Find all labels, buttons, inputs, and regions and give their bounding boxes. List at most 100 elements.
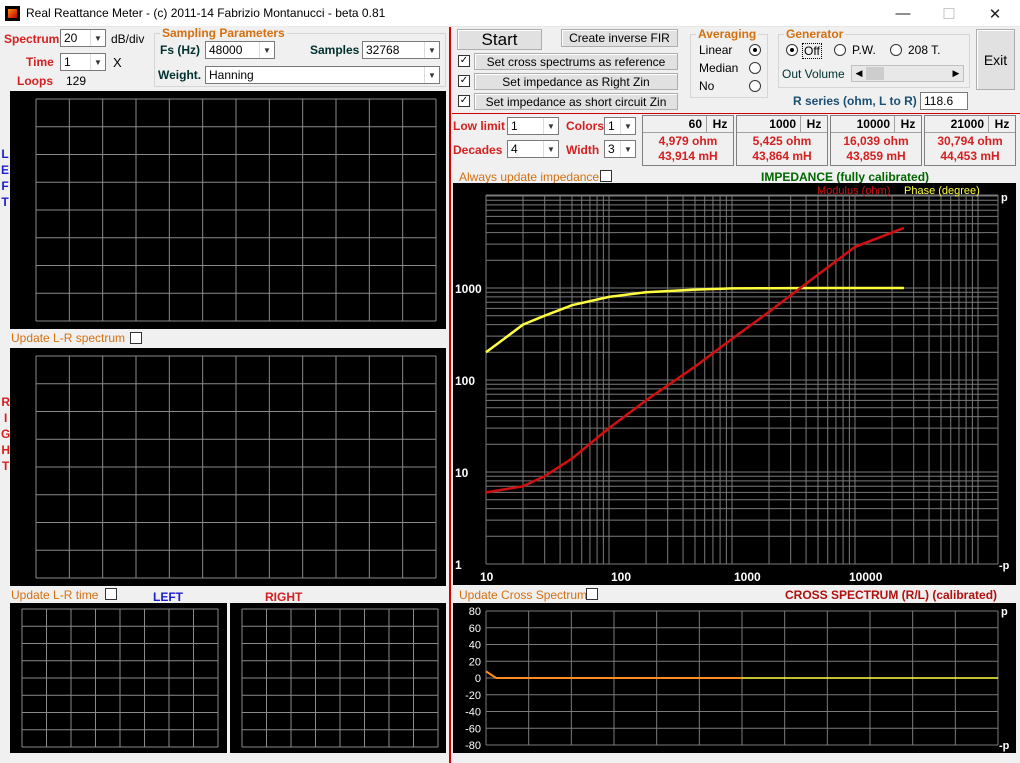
left-vertical-label: L E F T bbox=[1, 146, 9, 210]
letter: I bbox=[4, 411, 8, 425]
cross-y-tick: -40 bbox=[465, 707, 481, 719]
generator-pw-label: P.W. bbox=[852, 43, 876, 57]
out-volume-label: Out Volume bbox=[782, 67, 845, 81]
right-time-panel[interactable] bbox=[230, 603, 446, 753]
decades-select[interactable]: 4 ▼ bbox=[507, 140, 559, 158]
colors-select[interactable]: 1 ▼ bbox=[604, 117, 636, 135]
width-value: 3 bbox=[608, 142, 615, 156]
averaging-linear-radio[interactable] bbox=[749, 44, 761, 56]
cross-y-tick: 20 bbox=[469, 656, 481, 668]
decades-label: Decades bbox=[453, 143, 503, 157]
mh-value: 44,453 mH bbox=[940, 149, 1000, 163]
rseries-label: R series (ohm, L to R) bbox=[793, 94, 917, 108]
weight-select[interactable]: Hanning ▼ bbox=[205, 66, 440, 84]
mh-value: 43,914 mH bbox=[658, 149, 718, 163]
ohm-value: 5,425 ohm bbox=[752, 134, 812, 148]
averaging-no-radio[interactable] bbox=[749, 80, 761, 92]
ohm-value: 30,794 ohm bbox=[937, 134, 1003, 148]
left-time-panel[interactable] bbox=[10, 603, 227, 753]
cross-y-tick: -80 bbox=[465, 740, 481, 752]
freq-value[interactable]: 10000 bbox=[831, 116, 895, 132]
freq-readout-3: 10000 Hz 16,039 ohm 43,859 mH bbox=[830, 115, 922, 166]
right-spectrum-panel[interactable] bbox=[10, 348, 446, 586]
left-spectrum-panel[interactable] bbox=[10, 91, 446, 329]
imp-right-button[interactable]: Set impedance as Right Zin bbox=[474, 73, 678, 90]
x-tick-100: 100 bbox=[611, 570, 631, 584]
generator-208t-radio[interactable] bbox=[890, 44, 902, 56]
slider-thumb[interactable] bbox=[866, 67, 884, 80]
always-update-checkbox[interactable] bbox=[600, 170, 612, 182]
y-tick-10: 10 bbox=[455, 466, 469, 480]
averaging-no-label: No bbox=[699, 79, 715, 93]
update-lr-time-checkbox[interactable] bbox=[105, 588, 117, 600]
spectrum-value: 20 bbox=[64, 31, 78, 45]
generator-pw-radio[interactable] bbox=[834, 44, 846, 56]
fs-select[interactable]: 48000 ▼ bbox=[205, 41, 275, 59]
chevron-down-icon: ▼ bbox=[424, 67, 439, 83]
time-select[interactable]: 1 ▼ bbox=[60, 53, 106, 71]
cross-ref-button[interactable]: Set cross spectrums as reference bbox=[474, 53, 678, 70]
chevron-down-icon: ▼ bbox=[259, 42, 274, 58]
samples-label: Samples bbox=[310, 43, 360, 57]
cross-phase-top: p bbox=[1001, 606, 1008, 618]
close-button[interactable]: ✕ bbox=[972, 0, 1018, 27]
right-vertical-label: R I G H T bbox=[1, 394, 10, 474]
exit-button[interactable]: Exit bbox=[976, 29, 1015, 90]
width-select[interactable]: 3 ▼ bbox=[604, 140, 636, 158]
out-volume-slider[interactable]: ◀ ▶ bbox=[851, 65, 964, 82]
letter: L bbox=[1, 147, 9, 161]
chevron-down-icon: ▼ bbox=[90, 54, 105, 70]
chevron-down-icon: ▼ bbox=[424, 42, 439, 58]
imp-right-checkbox[interactable]: ✓ bbox=[458, 75, 470, 87]
y-tick-1000: 1000 bbox=[455, 282, 482, 296]
start-button[interactable]: Start bbox=[457, 29, 542, 50]
letter: H bbox=[1, 443, 10, 457]
freq-value[interactable]: 60 bbox=[643, 116, 707, 132]
scroll-right-icon[interactable]: ▶ bbox=[949, 66, 963, 81]
samples-select[interactable]: 32768 ▼ bbox=[362, 41, 440, 59]
mh-value: 43,859 mH bbox=[846, 149, 906, 163]
window-title: Real Reattance Meter - (c) 2011-14 Fabri… bbox=[26, 6, 386, 20]
spectrum-select[interactable]: 20 ▼ bbox=[60, 29, 106, 47]
cross-spectrum-plot[interactable]: 80 60 40 20 0 -20 -40 -60 -80 p -p bbox=[453, 603, 1016, 753]
impedance-title: IMPEDANCE (fully calibrated) bbox=[761, 170, 930, 184]
update-cross-checkbox[interactable] bbox=[586, 588, 598, 600]
rseries-input[interactable]: 118.6 bbox=[920, 92, 968, 110]
cross-y-tick: 40 bbox=[469, 640, 481, 652]
impedance-plot[interactable]: Modulus (ohm) Phase (degree) p -p 1000 1… bbox=[453, 183, 1016, 585]
generator-off-radio[interactable] bbox=[786, 44, 798, 56]
freq-unit: Hz bbox=[900, 117, 916, 131]
create-fir-button[interactable]: Create inverse FIR bbox=[561, 29, 678, 47]
letter: T bbox=[1, 195, 9, 209]
y-tick-1: 1 bbox=[455, 558, 462, 572]
vertical-separator bbox=[449, 27, 451, 763]
imp-short-button[interactable]: Set impedance as short circuit Zin bbox=[474, 93, 678, 110]
averaging-linear-label: Linear bbox=[699, 43, 733, 57]
cross-ref-checkbox[interactable]: ✓ bbox=[458, 55, 470, 67]
y-tick-100: 100 bbox=[455, 374, 475, 388]
imp-short-checkbox[interactable]: ✓ bbox=[458, 95, 470, 107]
scroll-left-icon[interactable]: ◀ bbox=[852, 66, 866, 81]
freq-unit: Hz bbox=[994, 117, 1010, 131]
averaging-median-radio[interactable] bbox=[749, 62, 761, 74]
maximize-button[interactable]: ☐ bbox=[926, 0, 972, 27]
freq-value[interactable]: 1000 bbox=[737, 116, 801, 132]
freq-unit: Hz bbox=[806, 117, 822, 131]
ohm-value: 16,039 ohm bbox=[843, 134, 909, 148]
freq-value[interactable]: 21000 bbox=[925, 116, 989, 132]
chevron-down-icon: ▼ bbox=[90, 30, 105, 46]
samples-value: 32768 bbox=[366, 43, 400, 57]
low-limit-select[interactable]: 1 ▼ bbox=[507, 117, 559, 135]
loops-label: Loops bbox=[17, 74, 53, 88]
time-unit: X bbox=[113, 55, 122, 70]
spectrum-unit: dB/div bbox=[111, 32, 145, 46]
chevron-down-icon: ▼ bbox=[543, 118, 558, 134]
minimize-button[interactable]: — bbox=[880, 0, 926, 27]
horizontal-separator bbox=[452, 113, 1020, 114]
update-lr-spectrum-checkbox[interactable] bbox=[130, 332, 142, 344]
sampling-group-title: Sampling Parameters bbox=[160, 26, 287, 40]
right-spectrum-grid bbox=[35, 355, 437, 579]
fs-label: Fs (Hz) bbox=[160, 43, 200, 57]
letter: T bbox=[2, 459, 10, 473]
update-cross-label: Update Cross Spectrum bbox=[459, 588, 588, 602]
